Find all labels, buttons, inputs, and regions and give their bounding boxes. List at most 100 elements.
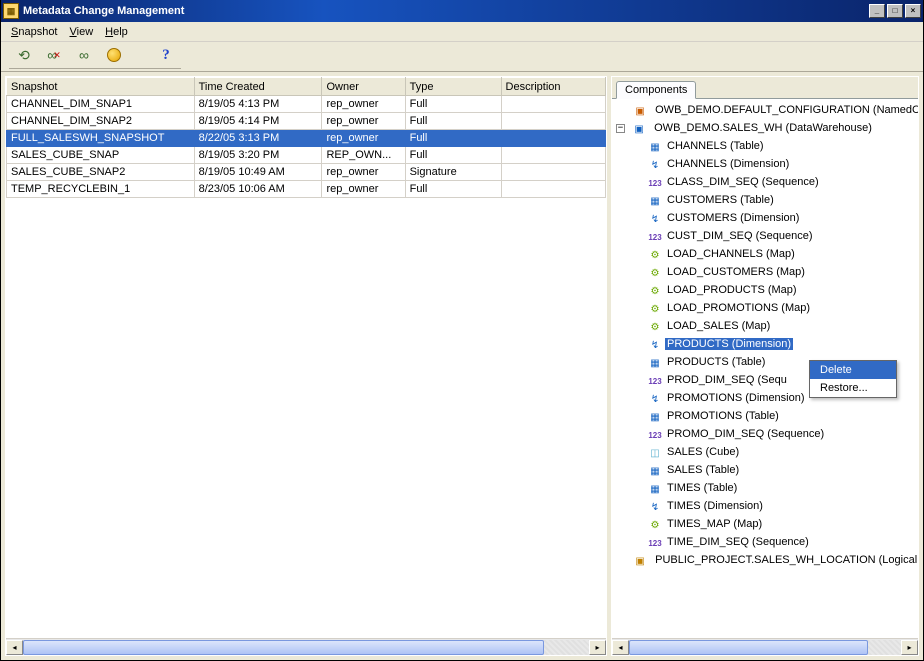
tree-item-label: LOAD_PRODUCTS (Map) (665, 284, 799, 296)
scroll-right-button[interactable]: ▸ (901, 640, 918, 655)
tree-item-label: LOAD_PROMOTIONS (Map) (665, 302, 812, 314)
scroll-left-button[interactable]: ◂ (612, 640, 629, 655)
table-row[interactable]: CHANNEL_DIM_SNAP18/19/05 4:13 PMrep_owne… (7, 96, 606, 113)
tree-item[interactable]: 123PROMO_DIM_SEQ (Sequence) (634, 425, 918, 443)
app-window: ▦ Metadata Change Management _ □ × Snaps… (0, 0, 924, 661)
cell-snapshot: FULL_SALESWH_SNAPSHOT (7, 130, 195, 147)
cell-time: 8/19/05 10:49 AM (194, 164, 322, 181)
components-panel: Components ▣ OWB_DEMO.DEFAULT_CONFIGURAT… (611, 76, 919, 656)
col-type[interactable]: Type (405, 78, 501, 96)
cell-description (501, 113, 605, 130)
minimize-button[interactable]: _ (869, 4, 885, 18)
tree-item[interactable]: ▦PROMOTIONS (Table) (634, 407, 918, 425)
tree-item[interactable]: 123CLASS_DIM_SEQ (Sequence) (634, 173, 918, 191)
cell-snapshot: SALES_CUBE_SNAP (7, 147, 195, 164)
tree-item[interactable]: ▦CHANNELS (Table) (634, 137, 918, 155)
tree-item[interactable]: ▦SALES (Table) (634, 461, 918, 479)
scroll-thumb[interactable] (629, 640, 868, 655)
app-icon: ▦ (3, 3, 19, 19)
toolbar-btn-4[interactable] (105, 46, 123, 64)
tree-item-label: PRODUCTS (Table) (665, 356, 767, 368)
tab-components[interactable]: Components (616, 81, 696, 99)
scroll-thumb[interactable] (23, 640, 544, 655)
component-tree[interactable]: ▣ OWB_DEMO.DEFAULT_CONFIGURATION (NamedC… (614, 101, 918, 569)
cell-type: Full (405, 113, 501, 130)
tree-item[interactable]: ▦CUSTOMERS (Table) (634, 191, 918, 209)
cell-snapshot: SALES_CUBE_SNAP2 (7, 164, 195, 181)
col-snapshot[interactable]: Snapshot (7, 78, 195, 96)
yellow-icon (107, 48, 121, 62)
tree-item[interactable]: ↯PRODUCTS (Dimension) (634, 335, 918, 353)
cell-owner: rep_owner (322, 181, 405, 198)
map-icon: ⚙ (647, 301, 663, 315)
col-owner[interactable]: Owner (322, 78, 405, 96)
scroll-track[interactable] (629, 640, 901, 655)
menu-view[interactable]: View (64, 24, 100, 40)
tree-item-label: LOAD_SALES (Map) (665, 320, 772, 332)
cell-description (501, 164, 605, 181)
left-h-scrollbar[interactable]: ◂ ▸ (6, 638, 606, 655)
right-h-scrollbar[interactable]: ◂ ▸ (612, 638, 918, 655)
tree-item[interactable]: ⚙LOAD_CUSTOMERS (Map) (634, 263, 918, 281)
scroll-left-button[interactable]: ◂ (6, 640, 23, 655)
table-row[interactable]: SALES_CUBE_SNAP28/19/05 10:49 AMrep_owne… (7, 164, 606, 181)
menu-snapshot[interactable]: Snapshot (5, 24, 64, 40)
toolbar-btn-1[interactable]: ⟲ (15, 46, 33, 64)
ctx-restore[interactable]: Restore... (810, 379, 896, 397)
tree-root-config[interactable]: ▣ OWB_DEMO.DEFAULT_CONFIGURATION (NamedC… (616, 101, 918, 119)
tree-item-label: CLASS_DIM_SEQ (Sequence) (665, 176, 821, 188)
table-row[interactable]: FULL_SALESWH_SNAPSHOT8/22/05 3:13 PMrep_… (7, 130, 606, 147)
tree-item[interactable]: ◫SALES (Cube) (634, 443, 918, 461)
toolbar-help[interactable]: ? (157, 46, 175, 64)
toolbar-group: ⟲ ∞✕ ∞ ? (9, 44, 181, 69)
tree-item[interactable]: ▦TIMES (Table) (634, 479, 918, 497)
tree-item[interactable]: ⚙LOAD_PROMOTIONS (Map) (634, 299, 918, 317)
cell-owner: rep_owner (322, 130, 405, 147)
tree-item[interactable]: ↯CHANNELS (Dimension) (634, 155, 918, 173)
collapse-icon[interactable]: − (616, 124, 625, 133)
table-icon: ▦ (647, 139, 663, 153)
cell-type: Full (405, 96, 501, 113)
tree-item-label: TIMES (Table) (665, 482, 739, 494)
tree-root-location[interactable]: ▣ PUBLIC_PROJECT.SALES_WH_LOCATION (Logi… (616, 551, 918, 569)
cell-description (501, 181, 605, 198)
title-bar: ▦ Metadata Change Management _ □ × (1, 0, 923, 22)
toolbar-btn-2[interactable]: ∞✕ (45, 46, 63, 64)
tree-item[interactable]: ↯CUSTOMERS (Dimension) (634, 209, 918, 227)
tree-item[interactable]: 123CUST_DIM_SEQ (Sequence) (634, 227, 918, 245)
close-button[interactable]: × (905, 4, 921, 18)
tree-item-label: PROMOTIONS (Table) (665, 410, 781, 422)
tree-label: PUBLIC_PROJECT.SALES_WH_LOCATION (Logica… (653, 554, 918, 566)
cell-time: 8/19/05 3:20 PM (194, 147, 322, 164)
table-icon: ▦ (647, 409, 663, 423)
tree-item[interactable]: ⚙LOAD_SALES (Map) (634, 317, 918, 335)
tree-item-label: SALES (Table) (665, 464, 741, 476)
config-icon: ▣ (632, 103, 648, 117)
tree-root-dw[interactable]: − ▣ OWB_DEMO.SALES_WH (DataWarehouse) ▦C… (616, 119, 918, 551)
scroll-track[interactable] (23, 640, 589, 655)
tree-item[interactable]: ⚙TIMES_MAP (Map) (634, 515, 918, 533)
snapshot-table[interactable]: Snapshot Time Created Owner Type Descrip… (6, 77, 606, 198)
seq-icon: 123 (647, 175, 663, 189)
tree-item-label: CUSTOMERS (Table) (665, 194, 776, 206)
table-row[interactable]: TEMP_RECYCLEBIN_18/23/05 10:06 AMrep_own… (7, 181, 606, 198)
tree-item[interactable]: ⚙LOAD_CHANNELS (Map) (634, 245, 918, 263)
tree-label: OWB_DEMO.SALES_WH (DataWarehouse) (652, 122, 874, 134)
table-row[interactable]: CHANNEL_DIM_SNAP28/19/05 4:14 PMrep_owne… (7, 113, 606, 130)
tree-item-label: CHANNELS (Table) (665, 140, 766, 152)
tree-item[interactable]: ↯TIMES (Dimension) (634, 497, 918, 515)
scroll-right-button[interactable]: ▸ (589, 640, 606, 655)
map-icon: ⚙ (647, 319, 663, 333)
ctx-delete[interactable]: Delete (810, 361, 896, 379)
tree-item-label: CHANNELS (Dimension) (665, 158, 791, 170)
col-time[interactable]: Time Created (194, 78, 322, 96)
location-icon: ▣ (632, 553, 648, 567)
toolbar-btn-3[interactable]: ∞ (75, 46, 93, 64)
menu-help[interactable]: Help (99, 24, 134, 40)
tree-item[interactable]: 123TIME_DIM_SEQ (Sequence) (634, 533, 918, 551)
cell-owner: rep_owner (322, 96, 405, 113)
table-row[interactable]: SALES_CUBE_SNAP8/19/05 3:20 PMREP_OWN...… (7, 147, 606, 164)
col-description[interactable]: Description (501, 78, 605, 96)
tree-item[interactable]: ⚙LOAD_PRODUCTS (Map) (634, 281, 918, 299)
maximize-button[interactable]: □ (887, 4, 903, 18)
